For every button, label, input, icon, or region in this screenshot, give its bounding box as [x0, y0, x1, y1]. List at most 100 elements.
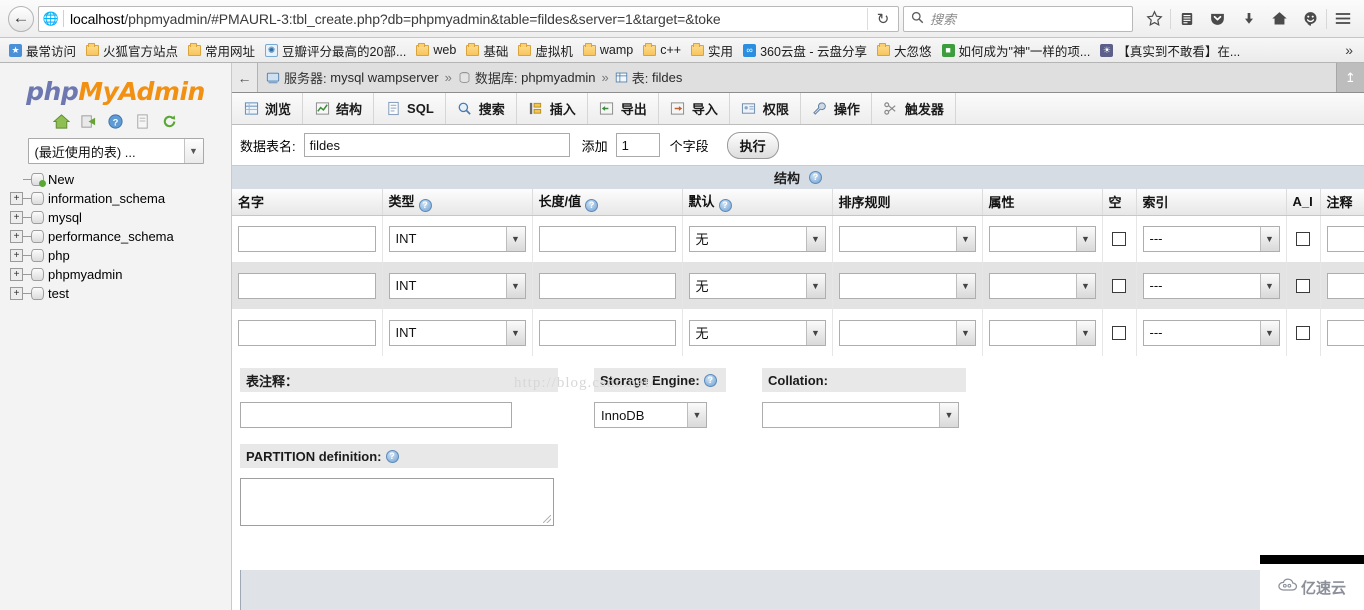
bookmark-item[interactable]: web — [411, 39, 461, 61]
autoincrement-checkbox[interactable] — [1296, 279, 1310, 293]
tab-sql[interactable]: SQL — [374, 93, 446, 124]
tree-item-performance-schema[interactable]: + performance_schema — [10, 227, 231, 246]
partition-definition-textarea[interactable] — [240, 478, 554, 526]
bookmark-star-icon[interactable] — [1139, 4, 1170, 34]
column-index-select[interactable]: ---▼ — [1143, 320, 1280, 346]
bookmark-item[interactable]: 常用网址 — [183, 39, 260, 61]
column-index-select[interactable]: ---▼ — [1143, 273, 1280, 299]
bookmark-item[interactable]: 虚拟机 — [513, 39, 578, 61]
null-checkbox[interactable] — [1112, 279, 1126, 293]
bookmark-item[interactable]: ∞360云盘 - 云盘分享 — [738, 39, 872, 61]
tree-item-test[interactable]: + test — [10, 284, 231, 303]
logout-icon[interactable] — [80, 112, 98, 130]
help-icon[interactable]: ? — [809, 171, 822, 184]
breadcrumb-db-value[interactable]: phpmyadmin — [521, 70, 595, 85]
column-collation-select[interactable]: ▼ — [839, 273, 976, 299]
help-icon[interactable]: ? — [419, 199, 432, 212]
autoincrement-checkbox[interactable] — [1296, 232, 1310, 246]
expand-plus-icon[interactable]: + — [10, 268, 23, 281]
search-box[interactable]: 搜索 — [903, 6, 1133, 32]
column-type-select[interactable]: INT▼ — [389, 273, 526, 299]
tab-insert[interactable]: 插入 — [517, 93, 588, 124]
column-collation-select[interactable]: ▼ — [839, 320, 976, 346]
reload-navigation-icon[interactable] — [161, 112, 179, 130]
bookmark-item[interactable]: 火狐官方站点 — [81, 39, 183, 61]
downloads-icon[interactable] — [1233, 4, 1264, 34]
tab-privileges[interactable]: 权限 — [730, 93, 801, 124]
bookmark-item[interactable]: wamp — [578, 39, 638, 61]
column-default-select[interactable]: 无▼ — [689, 320, 826, 346]
table-comments-input[interactable] — [240, 402, 512, 428]
expand-plus-icon[interactable]: + — [10, 287, 23, 300]
bookmark-item[interactable]: ★最常访问 — [4, 39, 81, 61]
bookmark-item[interactable]: ✺豆瓣评分最高的20部... — [260, 39, 411, 61]
null-checkbox[interactable] — [1112, 232, 1126, 246]
column-length-input[interactable] — [539, 273, 676, 299]
tab-structure[interactable]: 结构 — [303, 93, 374, 124]
column-attributes-select[interactable]: ▼ — [989, 320, 1096, 346]
column-type-select[interactable]: INT▼ — [389, 320, 526, 346]
sql-doc-icon[interactable] — [134, 112, 152, 130]
tree-item-new[interactable]: New — [10, 170, 231, 189]
breadcrumb-back-button[interactable]: ← — [232, 63, 258, 92]
tree-item-information-schema[interactable]: + information_schema — [10, 189, 231, 208]
help-icon[interactable]: ? — [719, 199, 732, 212]
table-name-input[interactable]: fildes — [304, 133, 570, 157]
back-button[interactable]: ← — [6, 4, 36, 34]
column-type-select[interactable]: INT▼ — [389, 226, 526, 252]
tab-search[interactable]: 搜索 — [446, 93, 517, 124]
reading-list-icon[interactable] — [1171, 4, 1202, 34]
resize-handle[interactable] — [543, 515, 551, 523]
bookmarks-overflow-button[interactable]: » — [1338, 42, 1360, 58]
column-comment-input[interactable] — [1327, 320, 1364, 346]
storage-engine-select[interactable]: InnoDB ▼ — [594, 402, 707, 428]
address-bar[interactable]: 🌐 localhost/phpmyadmin/#PMAURL-3:tbl_cre… — [38, 6, 899, 32]
home-icon[interactable] — [53, 112, 71, 130]
recent-tables-select[interactable]: (最近使用的表) ... ▼ — [28, 138, 204, 164]
menu-hamburger-icon[interactable] — [1327, 4, 1358, 34]
tab-import[interactable]: 导入 — [659, 93, 730, 124]
phpmyadmin-logo[interactable]: phpMyAdmin — [0, 77, 231, 106]
tree-item-phpmyadmin[interactable]: + phpmyadmin — [10, 265, 231, 284]
go-button[interactable]: 执行 — [727, 132, 779, 159]
bookmark-item[interactable]: c++ — [638, 39, 686, 61]
bookmark-item[interactable]: ■如何成为"神"一样的项... — [937, 39, 1096, 61]
tab-export[interactable]: 导出 — [588, 93, 659, 124]
reload-icon[interactable]: ↻ — [868, 10, 898, 28]
number-of-fields-input[interactable]: 1 — [616, 133, 660, 157]
sync-account-icon[interactable] — [1295, 4, 1326, 34]
collapse-up-icon[interactable]: ↥ — [1336, 63, 1364, 92]
docs-help-icon[interactable]: ? — [107, 112, 125, 130]
null-checkbox[interactable] — [1112, 326, 1126, 340]
column-length-input[interactable] — [539, 320, 676, 346]
breadcrumb-server-value[interactable]: mysql wampserver — [330, 70, 438, 85]
column-index-select[interactable]: ---▼ — [1143, 226, 1280, 252]
column-collation-select[interactable]: ▼ — [839, 226, 976, 252]
column-name-input[interactable] — [238, 320, 376, 346]
column-name-input[interactable] — [238, 226, 376, 252]
home-icon[interactable] — [1264, 4, 1295, 34]
column-length-input[interactable] — [539, 226, 676, 252]
expand-plus-icon[interactable]: + — [10, 230, 23, 243]
column-default-select[interactable]: 无▼ — [689, 273, 826, 299]
help-icon[interactable]: ? — [386, 450, 399, 463]
tree-item-mysql[interactable]: + mysql — [10, 208, 231, 227]
pocket-icon[interactable] — [1202, 4, 1233, 34]
tab-browse[interactable]: 浏览 — [232, 93, 303, 124]
expand-plus-icon[interactable]: + — [10, 192, 23, 205]
bookmark-item[interactable]: 大忽悠 — [872, 39, 937, 61]
bookmark-item[interactable]: ☀【真实到不敢看】在... — [1095, 39, 1245, 61]
collation-select[interactable]: ▼ — [762, 402, 959, 428]
column-default-select[interactable]: 无▼ — [689, 226, 826, 252]
column-attributes-select[interactable]: ▼ — [989, 226, 1096, 252]
tree-item-php[interactable]: + php — [10, 246, 231, 265]
column-comment-input[interactable] — [1327, 273, 1364, 299]
help-icon[interactable]: ? — [704, 374, 717, 387]
tab-operations[interactable]: 操作 — [801, 93, 872, 124]
expand-plus-icon[interactable]: + — [10, 211, 23, 224]
column-name-input[interactable] — [238, 273, 376, 299]
bookmark-item[interactable]: 基础 — [461, 39, 513, 61]
bookmark-item[interactable]: 实用 — [686, 39, 738, 61]
expand-plus-icon[interactable]: + — [10, 249, 23, 262]
breadcrumb-table-value[interactable]: fildes — [652, 70, 682, 85]
